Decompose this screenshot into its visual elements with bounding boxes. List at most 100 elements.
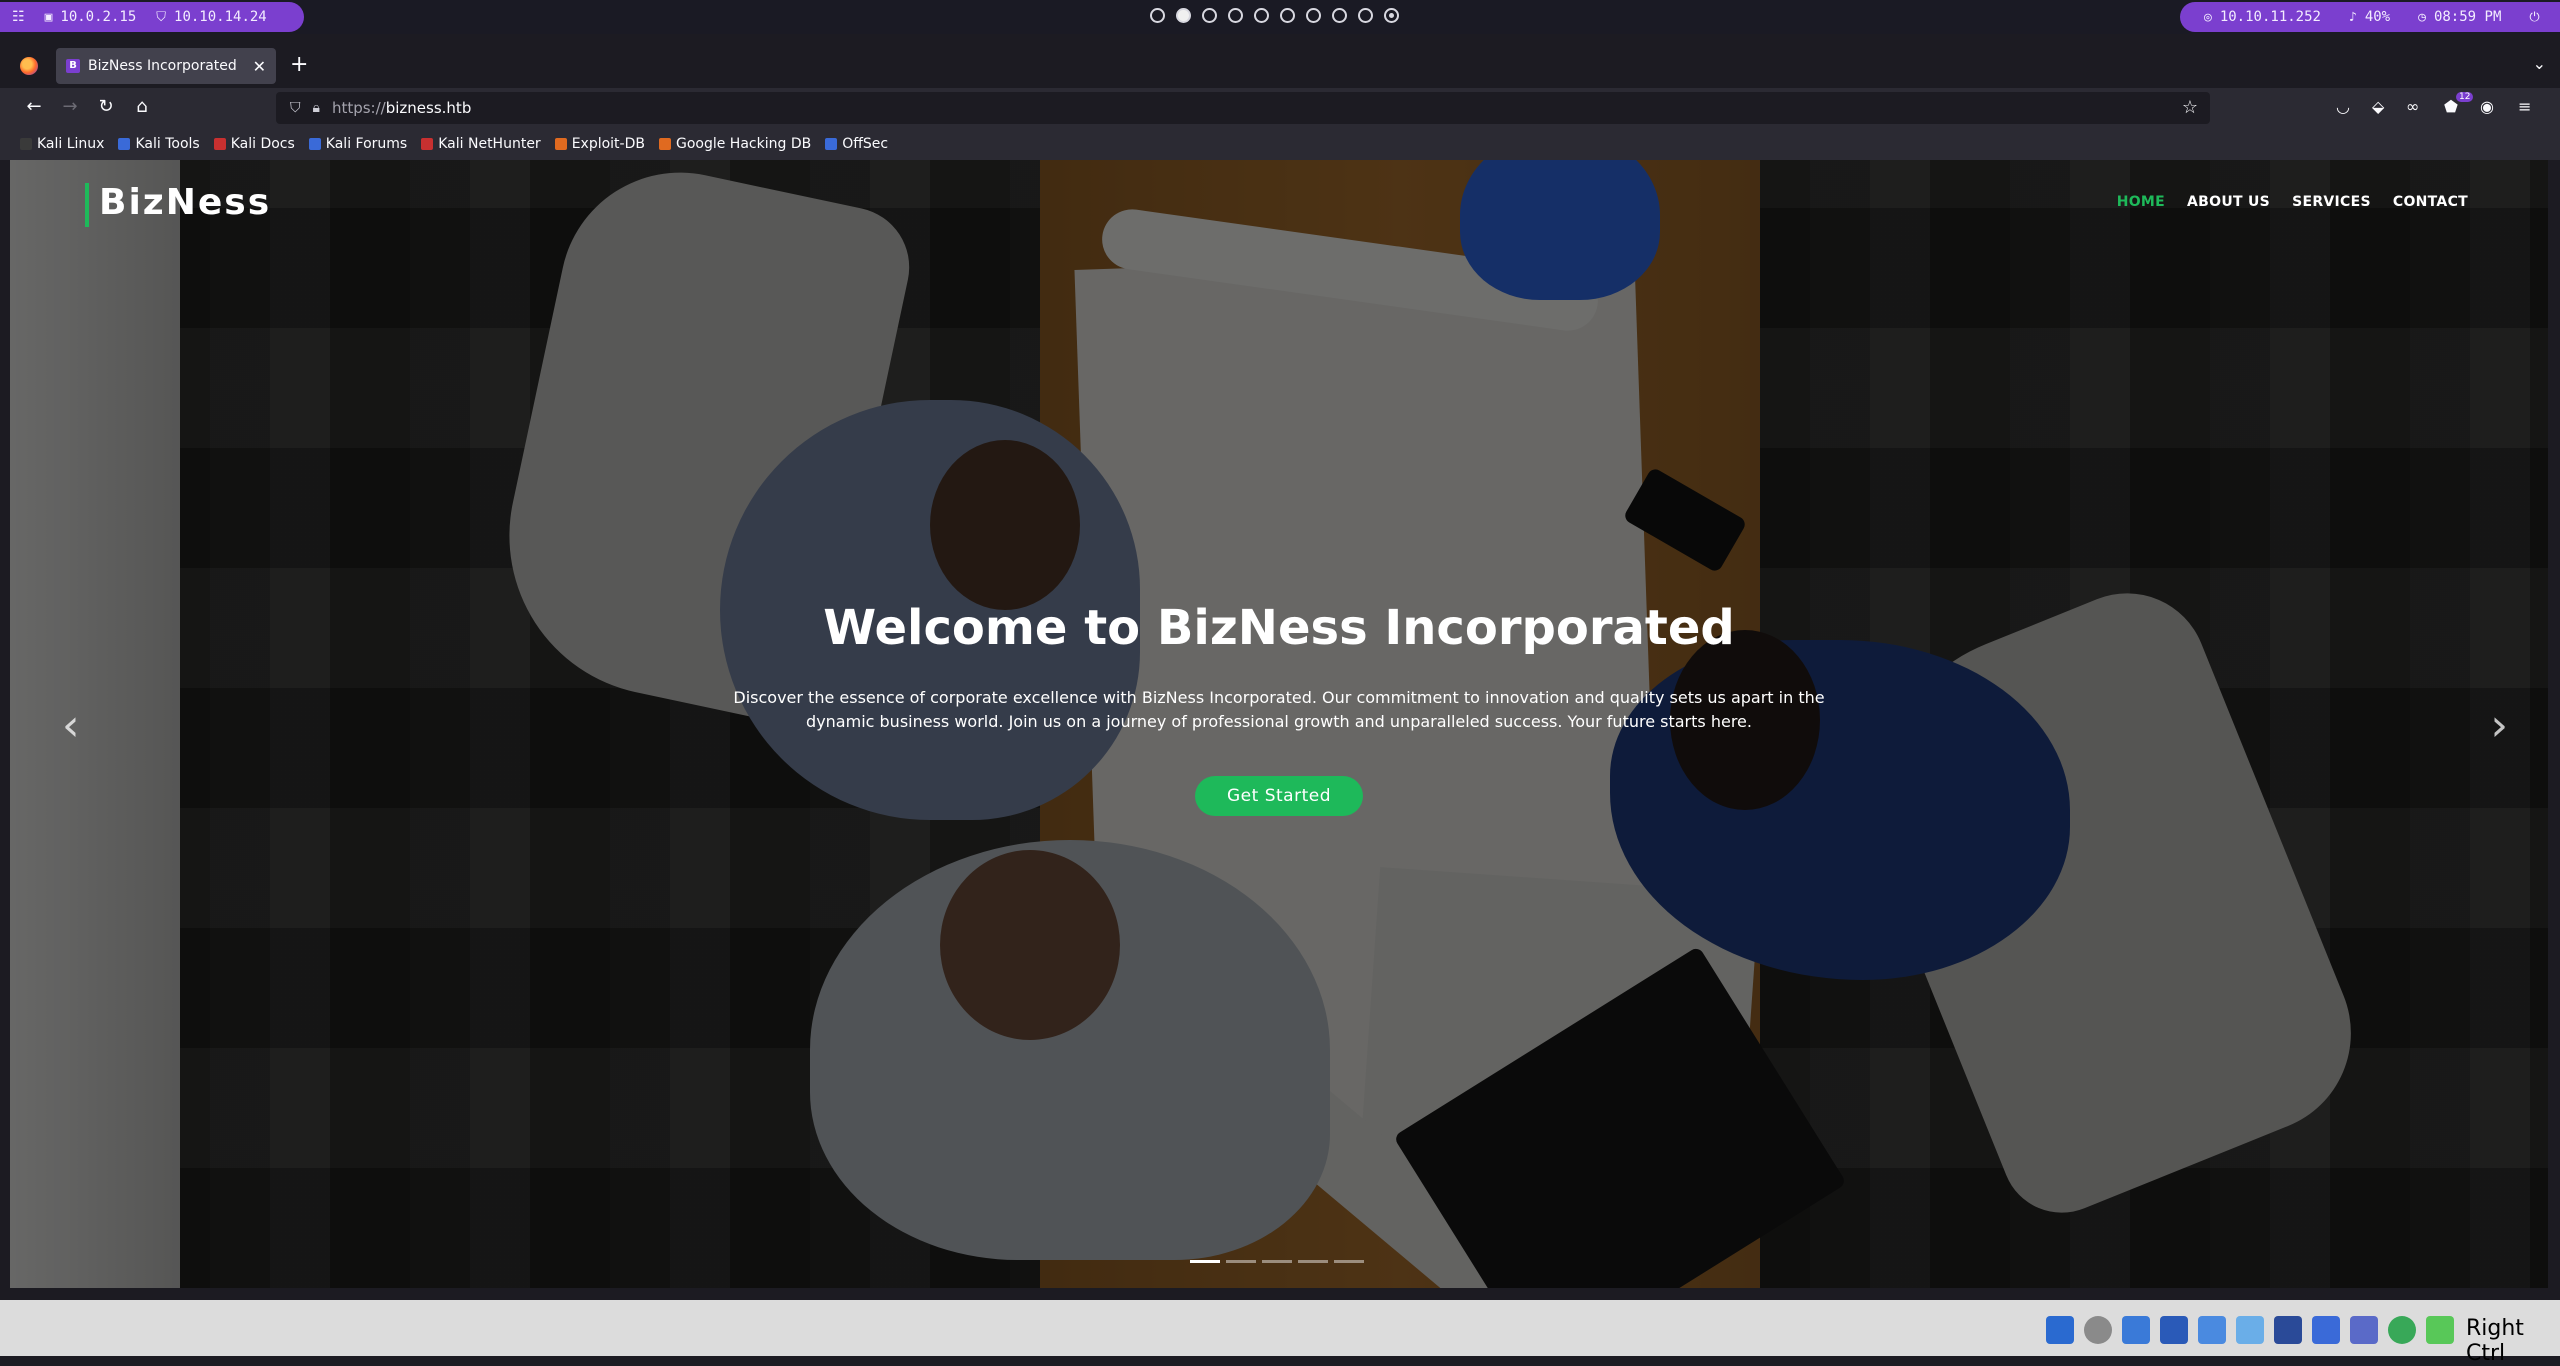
bookmark-favicon-icon	[421, 138, 434, 150]
bookmark-item[interactable]: Google Hacking DB	[658, 136, 812, 152]
bookmark-item[interactable]: Kali Docs	[213, 136, 295, 152]
carousel-indicator[interactable]	[1334, 1260, 1364, 1263]
url-bar[interactable]: ⛉ 🔒︎ https://bizness.htb ☆	[276, 92, 2210, 124]
carousel-indicator[interactable]	[1226, 1260, 1256, 1263]
network-icon[interactable]	[2160, 1316, 2188, 1344]
bookmarks-toolbar: Kali Linux Kali Tools Kali Docs Kali Forums…	[0, 128, 2560, 160]
bookmark-favicon-icon	[554, 138, 567, 150]
shared-folder-icon[interactable]	[2236, 1316, 2264, 1344]
nav-home[interactable]: HOME	[2117, 194, 2165, 210]
url-host: bizness.htb	[385, 99, 472, 117]
bookmark-label: Kali Forums	[325, 136, 408, 152]
firefox-icon[interactable]	[20, 57, 38, 75]
carousel-indicator[interactable]	[1298, 1260, 1328, 1263]
mouse-integration-icon[interactable]	[2388, 1316, 2416, 1344]
site-logo[interactable]: BizNess	[99, 182, 271, 223]
vm-status-icons	[2046, 1316, 2454, 1344]
power-icon[interactable]: ⏻	[2529, 10, 2539, 25]
bookmark-favicon-icon	[308, 138, 321, 150]
hero-title: Welcome to BizNess Incorporated	[823, 600, 1735, 656]
logo-accent-bar	[85, 183, 89, 227]
hero-section: Welcome to BizNess Incorporated Discover…	[10, 600, 2548, 816]
bookmark-star-icon[interactable]: ☆	[2182, 97, 2198, 118]
bookmark-item[interactable]: Kali Linux	[20, 136, 104, 152]
close-icon[interactable]: ✕	[253, 57, 266, 76]
bookmark-item[interactable]: Kali NetHunter	[421, 136, 541, 152]
bookmark-label: Kali NetHunter	[438, 136, 541, 152]
clock-label: 08:59 PM	[2433, 9, 2502, 25]
extensions-icon[interactable]: ⬙	[2372, 97, 2384, 116]
workspace-dot[interactable]	[1384, 8, 1399, 23]
bookmark-item[interactable]: Exploit-DB	[554, 136, 645, 152]
account-icon[interactable]: ◉	[2480, 97, 2494, 116]
target-ip-label: 10.10.11.252	[2219, 9, 2321, 25]
status-pill-right: ◎ 10.10.11.252 ♪ 40% ◷ 08:59 PM ⏻	[2180, 2, 2560, 32]
audio-icon[interactable]	[2122, 1316, 2150, 1344]
bookmark-label: Kali Linux	[37, 136, 105, 152]
carousel-next-icon[interactable]: ›	[2490, 700, 2508, 751]
bookmark-item[interactable]: Kali Tools	[118, 136, 200, 152]
reload-icon[interactable]: ↻	[94, 96, 118, 117]
carousel-prev-icon[interactable]: ‹	[62, 700, 80, 751]
local-ip-label: 10.0.2.15	[60, 9, 137, 25]
vpn-ip-label: 10.10.14.24	[174, 9, 267, 25]
forward-arrow-icon[interactable]: →	[58, 96, 82, 117]
usb-icon[interactable]	[2198, 1316, 2226, 1344]
new-tab-icon[interactable]: +	[290, 52, 308, 77]
nav-services[interactable]: SERVICES	[2292, 194, 2371, 210]
tracking-shield-icon[interactable]: ⛉	[290, 100, 301, 116]
workspace-dot[interactable]	[1254, 8, 1269, 23]
bookmark-label: Google Hacking DB	[675, 136, 812, 152]
get-started-button[interactable]: Get Started	[1195, 776, 1363, 816]
lock-icon[interactable]: 🔒︎	[313, 100, 320, 116]
hamburger-menu-icon[interactable]: ≡	[2518, 97, 2531, 116]
nav-about-us[interactable]: ABOUT US	[2187, 194, 2270, 210]
bookmark-item[interactable]: OffSec	[825, 136, 888, 152]
target-icon: ◎	[2204, 10, 2212, 25]
keyboard-icon[interactable]	[2426, 1316, 2454, 1344]
workspace-dot[interactable]	[1332, 8, 1347, 23]
nav-contact[interactable]: CONTACT	[2393, 194, 2468, 210]
workspace-dot[interactable]	[1228, 8, 1243, 23]
chevron-down-icon[interactable]: ⌄	[2533, 54, 2546, 73]
recording-icon[interactable]	[2312, 1316, 2340, 1344]
addon-icon[interactable]: ⬟	[2444, 97, 2458, 116]
pocket-icon[interactable]: ◡	[2336, 97, 2350, 116]
browser-tab[interactable]: B BizNess Incorporated ✕	[56, 48, 276, 84]
bookmark-favicon-icon	[118, 138, 131, 150]
hard-disk-icon[interactable]	[2046, 1316, 2074, 1344]
url-scheme: https://	[331, 99, 386, 117]
cpu-icon[interactable]	[2350, 1316, 2378, 1344]
optical-drive-icon[interactable]	[2084, 1316, 2112, 1344]
tab-favicon: B	[66, 59, 80, 73]
workspace-dot[interactable]	[1306, 8, 1321, 23]
workspace-dot[interactable]	[1280, 8, 1295, 23]
web-page: BizNess HOME ABOUT US SERVICES CONTACT W…	[10, 160, 2548, 1288]
carousel-indicator[interactable]	[1190, 1260, 1220, 1263]
display-icon[interactable]	[2274, 1316, 2302, 1344]
workspace-dot[interactable]	[1358, 8, 1373, 23]
menu-grid-icon[interactable]: ☷	[12, 9, 25, 25]
bookmark-favicon-icon	[213, 138, 226, 150]
scrollbar[interactable]	[2548, 160, 2560, 1288]
clock-icon: ◷	[2418, 10, 2426, 25]
monitor-icon: ▣	[44, 9, 53, 25]
bookmark-favicon-icon	[658, 138, 671, 150]
carousel-indicators	[1190, 1260, 1364, 1263]
extension-badge: 12	[2456, 92, 2474, 102]
foxyproxy-icon[interactable]: ∞	[2406, 97, 2419, 116]
browser-tab-strip: B BizNess Incorporated ✕ + ⌄	[0, 44, 2560, 88]
bookmark-item[interactable]: Kali Forums	[308, 136, 408, 152]
tab-title: BizNess Incorporated	[88, 58, 237, 74]
desktop-status-bar: ☷ ▣ 10.0.2.15 ⛉ 10.10.14.24 ◎ 10.10.11.25…	[0, 0, 2560, 34]
home-icon[interactable]: ⌂	[130, 96, 154, 117]
window-bottom-edge	[0, 1288, 2560, 1300]
workspace-dot[interactable]	[1202, 8, 1217, 23]
carousel-indicator[interactable]	[1262, 1260, 1292, 1263]
workspace-dot[interactable]	[1150, 8, 1165, 23]
shield-icon: ⛉	[156, 9, 167, 25]
back-arrow-icon[interactable]: ←	[22, 96, 46, 117]
volume-label: 40%	[2364, 9, 2391, 25]
workspace-switcher	[1150, 8, 1399, 23]
workspace-dot-active[interactable]	[1176, 8, 1191, 23]
